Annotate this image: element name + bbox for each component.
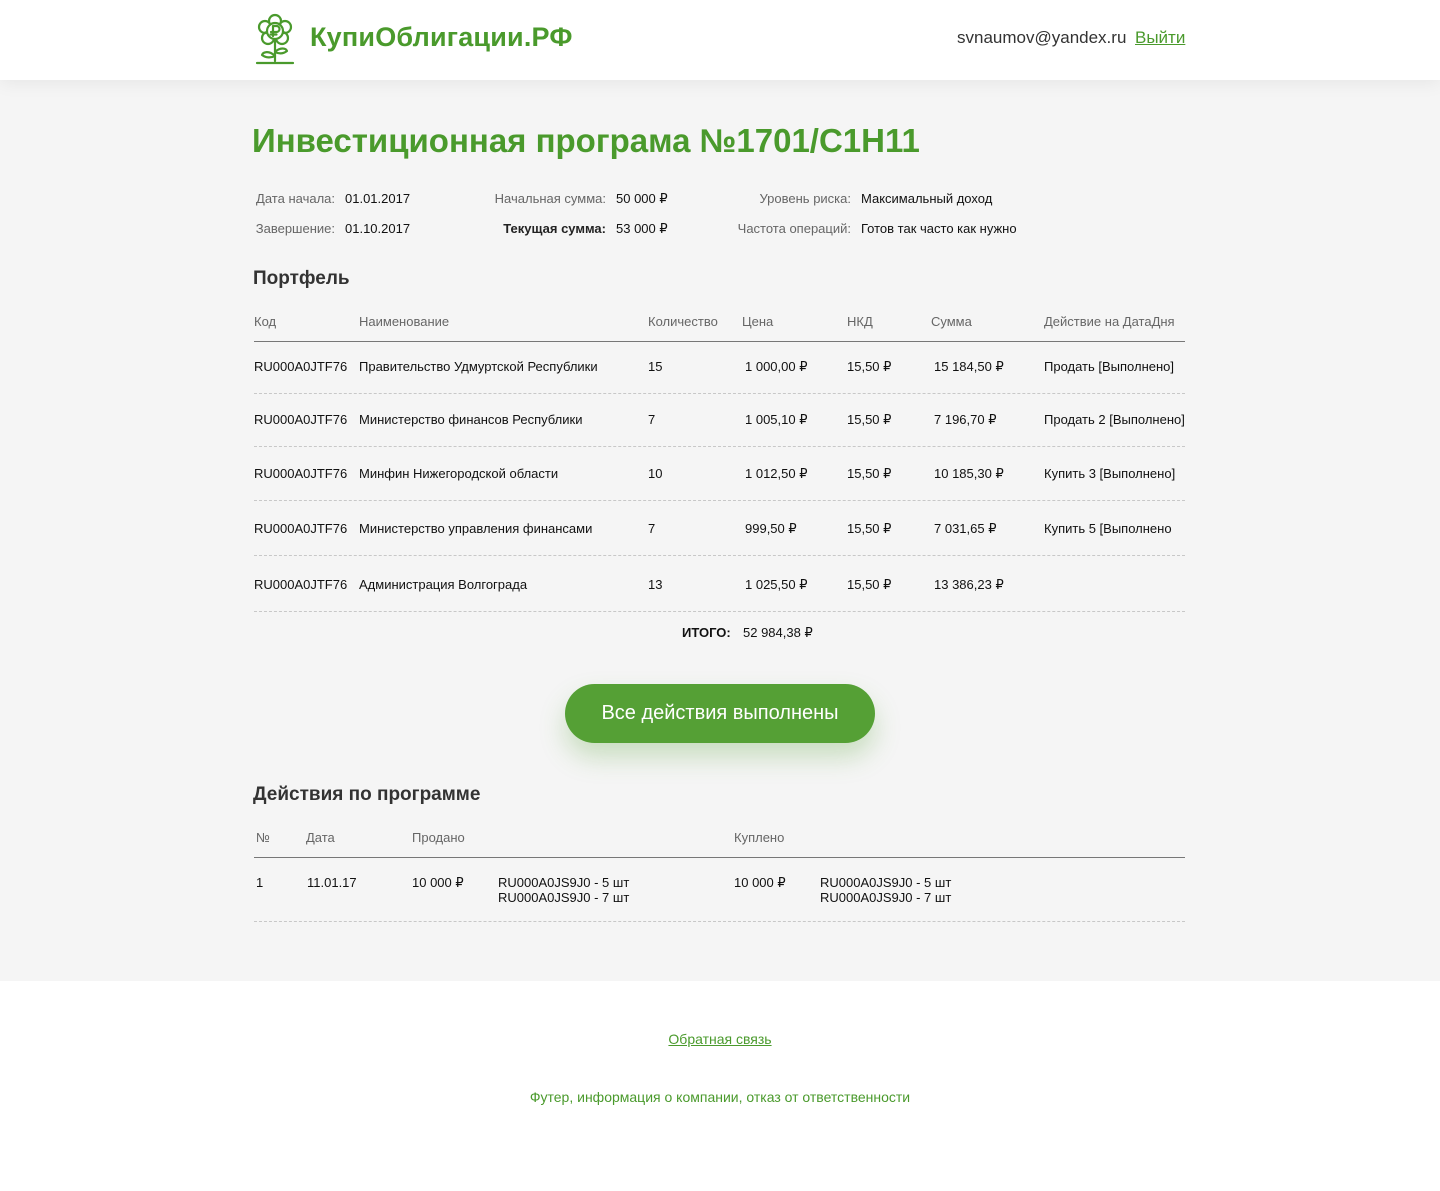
- column-header-price: Цена: [742, 314, 774, 329]
- row-divider: [254, 555, 1185, 556]
- logout-link[interactable]: Выйти: [1135, 28, 1185, 48]
- cell-name: Правительство Удмуртской Республики: [359, 359, 598, 374]
- cell-sum: 7 031,65 ₽: [934, 521, 997, 536]
- row-divider: [254, 611, 1185, 612]
- table-header-divider: [254, 341, 1185, 342]
- current-sum-value: 53 000 ₽: [616, 221, 668, 236]
- end-date-value: 01.10.2017: [345, 221, 411, 236]
- row-divider: [254, 446, 1185, 447]
- cell-bought-item: RU000A0JS9J0 - 7 шт: [820, 890, 952, 905]
- feedback-container: Обратная связь: [0, 1031, 1440, 1047]
- cell-name: Минфин Нижегородской области: [359, 466, 559, 481]
- flower-ruble-icon: [255, 13, 295, 65]
- column-header-bought: Куплено: [734, 830, 785, 845]
- page-title: Инвестиционная програма №1701/С1Н11: [252, 122, 920, 159]
- cell-bought-item: RU000A0JS9J0 - 5 шт: [820, 875, 952, 890]
- cell-number: 1: [256, 875, 264, 890]
- cell-action: Продать 2 [Выполнено]: [1044, 412, 1185, 427]
- logo[interactable]: КупиОблигации.РФ: [254, 12, 572, 66]
- column-header-number: №: [256, 830, 270, 845]
- cell-price: 999,50 ₽: [745, 521, 797, 536]
- cell-code: RU000A0JTF76: [254, 521, 348, 536]
- start-date-value: 01.01.2017: [345, 191, 411, 206]
- cell-sum: 15 184,50 ₽: [934, 359, 1004, 374]
- column-header-action: Действие на ДатаДня: [1044, 314, 1175, 329]
- feedback-link[interactable]: Обратная связь: [668, 1031, 771, 1047]
- column-header-sold: Продано: [412, 830, 465, 845]
- user-email: svnaumov@yandex.ru: [957, 28, 1127, 47]
- row-divider: [254, 500, 1185, 501]
- cell-sold-item: RU000A0JS9J0 - 7 шт: [498, 890, 630, 905]
- cell-nkd: 15,50 ₽: [847, 412, 892, 427]
- cell-nkd: 15,50 ₽: [847, 521, 892, 536]
- frequency-label: Частота операций:: [737, 221, 851, 236]
- logo-text: КупиОблигации.РФ: [310, 22, 573, 52]
- column-header-nkd: НКД: [847, 314, 873, 329]
- risk-label: Уровень риска:: [759, 191, 852, 206]
- cell-sum: 13 386,23 ₽: [934, 577, 1004, 592]
- footer: Обратная связь Футер, информация о компа…: [0, 981, 1440, 1191]
- header: КупиОблигации.РФ svnaumov@yandex.ru Выйт…: [0, 0, 1440, 80]
- all-actions-done-button[interactable]: Все действия выполнены: [565, 684, 875, 743]
- cell-code: RU000A0JTF76: [254, 577, 348, 592]
- cell-price: 1 012,50 ₽: [745, 466, 808, 481]
- column-header-name: Наименование: [359, 314, 450, 329]
- cell-quantity: 10: [648, 466, 663, 481]
- frequency-value: Готов так часто как нужно: [861, 221, 1017, 236]
- end-date-label: Завершение:: [255, 221, 335, 236]
- cell-nkd: 15,50 ₽: [847, 577, 892, 592]
- cell-sum: 7 196,70 ₽: [934, 412, 997, 427]
- cell-action: Купить 5 [Выполнено: [1044, 521, 1172, 536]
- cell-name: Министерство управления финансами: [359, 521, 593, 536]
- table-header-divider: [254, 857, 1185, 858]
- cell-price: 1 000,00 ₽: [745, 359, 808, 374]
- column-header-quantity: Количество: [648, 314, 718, 329]
- actions-title: Действия по программе: [253, 784, 481, 805]
- cell-price: 1 005,10 ₽: [745, 412, 808, 427]
- cell-action: Купить 3 [Выполнено]: [1044, 466, 1176, 481]
- cell-sold-sum: 10 000 ₽: [412, 875, 464, 890]
- current-sum-label: Текущая сумма:: [503, 221, 606, 236]
- cell-name: Администрация Волгограда: [359, 577, 528, 592]
- risk-value: Максимальный доход: [861, 191, 993, 206]
- cell-nkd: 15,50 ₽: [847, 359, 892, 374]
- column-header-date: Дата: [306, 830, 335, 845]
- cell-quantity: 7: [648, 412, 656, 427]
- initial-sum-value: 50 000 ₽: [616, 191, 668, 206]
- cell-nkd: 15,50 ₽: [847, 466, 892, 481]
- cell-sum: 10 185,30 ₽: [934, 466, 1004, 481]
- row-divider: [254, 921, 1185, 922]
- total-label: ИТОГО:: [682, 625, 731, 640]
- cell-code: RU000A0JTF76: [254, 412, 348, 427]
- cell-code: RU000A0JTF76: [254, 466, 348, 481]
- cell-quantity: 13: [648, 577, 663, 592]
- cell-price: 1 025,50 ₽: [745, 577, 808, 592]
- cell-quantity: 7: [648, 521, 656, 536]
- start-date-label: Дата начала:: [256, 191, 335, 206]
- cell-code: RU000A0JTF76: [254, 359, 348, 374]
- cell-action: Продать [Выполнено]: [1044, 359, 1175, 374]
- main-content: Инвестиционная програма №1701/С1Н11 Дата…: [0, 80, 1440, 981]
- row-divider: [254, 393, 1185, 394]
- cell-bought-sum: 10 000 ₽: [734, 875, 786, 890]
- initial-sum-label: Начальная сумма:: [494, 191, 606, 206]
- cell-sold-item: RU000A0JS9J0 - 5 шт: [498, 875, 630, 890]
- cell-name: Министерство финансов Республики: [359, 412, 583, 427]
- portfolio-title: Портфель: [253, 268, 350, 289]
- column-header-code: Код: [254, 314, 277, 329]
- cell-date: 11.01.17: [307, 875, 357, 890]
- cell-quantity: 15: [648, 359, 663, 374]
- column-header-sum: Сумма: [931, 314, 972, 329]
- total-value: 52 984,38 ₽: [743, 625, 813, 640]
- footer-info: Футер, информация о компании, отказ от о…: [529, 1089, 911, 1105]
